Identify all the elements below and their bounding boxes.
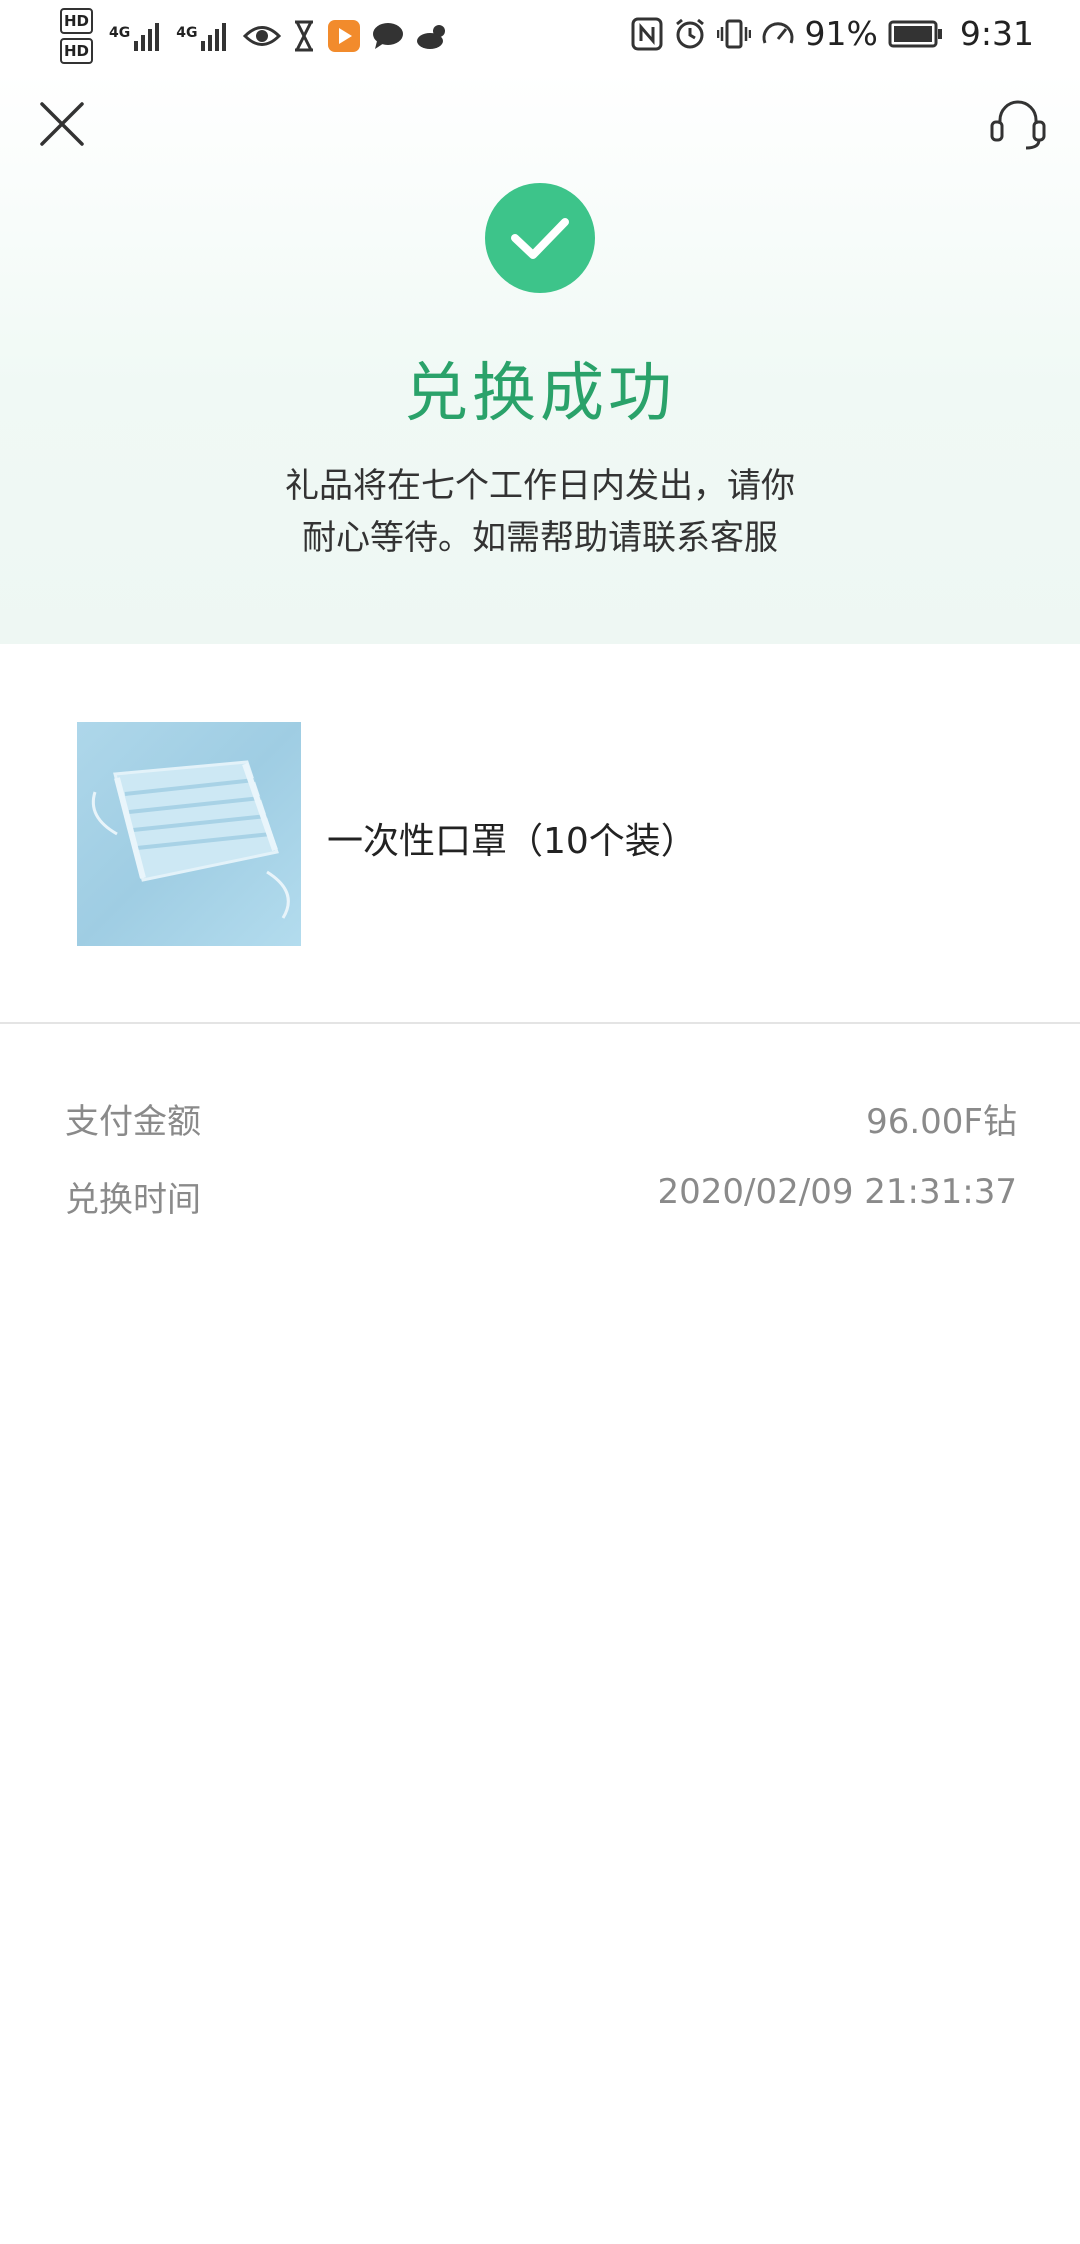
vibrate-icon <box>716 19 751 48</box>
close-button[interactable] <box>34 96 90 152</box>
alarm-icon <box>675 18 704 48</box>
success-message: 礼品将在七个工作日内发出，请你 耐心等待。如需帮助请联系客服 <box>250 460 830 564</box>
success-header: 兑换成功 礼品将在七个工作日内发出，请你 耐心等待。如需帮助请联系客服 <box>0 72 1080 644</box>
exchange-time-row: 兑换时间 2020/02/09 21:31:37 <box>65 1172 1017 1232</box>
payment-amount-row: 支付金额 96.00F钻 <box>65 1094 1017 1154</box>
checkmark-icon <box>511 218 569 259</box>
customer-service-button[interactable] <box>986 94 1050 154</box>
net2-label: 4G <box>176 25 198 41</box>
signal-bars-icon-2 <box>201 23 227 51</box>
success-message-line-2: 耐心等待。如需帮助请联系客服 <box>302 518 778 558</box>
battery-percent: 91% <box>804 14 878 53</box>
status-bar: HD HD 4G 4G 91% 9:31 <box>0 0 1080 72</box>
product-card[interactable]: 一次性口罩（10个装） <box>0 644 1080 1024</box>
success-title: 兑换成功 <box>404 357 676 431</box>
chat-bubble-icon <box>373 23 404 49</box>
eye-icon <box>243 26 282 46</box>
status-bar-left: HD HD 4G 4G <box>60 8 451 64</box>
payment-amount-label: 支付金额 <box>65 1102 201 1142</box>
4g-signal-icon: 4G <box>109 19 166 53</box>
exchange-time-label: 兑换时间 <box>65 1180 201 1220</box>
net1-label: 4G <box>109 25 131 41</box>
face-mask-image <box>77 722 301 946</box>
4g-signal-icon-2: 4G <box>176 19 233 53</box>
payment-amount-value: 96.00F钻 <box>866 1102 1017 1142</box>
face-mask-illustration <box>91 760 290 919</box>
exchange-success-screen: HD HD 4G 4G 91% 9:31 兑换成功 礼品将在七个工作日内发出，请… <box>0 0 1080 2244</box>
nfc-icon <box>631 17 663 50</box>
hd1-label: HD <box>60 8 94 34</box>
weather-icon <box>417 25 446 49</box>
battery-icon <box>888 20 942 47</box>
success-message-line-1: 礼品将在七个工作日内发出，请你 <box>285 466 795 506</box>
video-app-icon <box>328 20 361 52</box>
headset-icon <box>990 100 1046 150</box>
exchange-time-value: 2020/02/09 21:31:37 <box>657 1172 1017 1212</box>
status-bar-right: 91% 9:31 <box>631 14 1034 53</box>
hd2-label: HD <box>60 38 94 64</box>
speed-icon <box>762 21 794 44</box>
product-name: 一次性口罩（10个装） <box>327 821 697 862</box>
status-time: 9:31 <box>959 14 1034 53</box>
close-icon <box>40 102 84 146</box>
hourglass-icon <box>295 20 314 52</box>
signal-bars-icon <box>134 23 160 51</box>
success-check-badge <box>485 183 595 293</box>
hd-icon: HD HD <box>60 8 94 64</box>
